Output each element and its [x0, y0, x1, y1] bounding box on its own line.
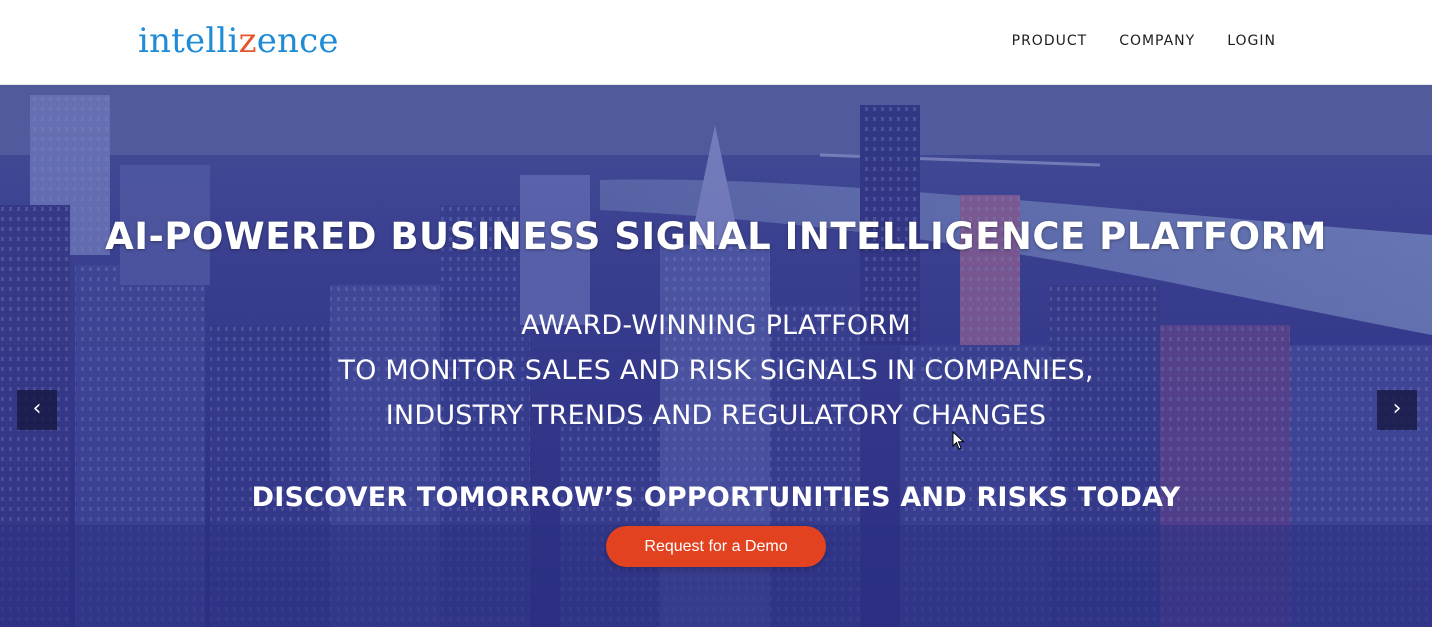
logo-text-end: ence — [256, 21, 339, 61]
intellizence-logo[interactable]: intellizence — [138, 20, 339, 62]
site-header: intellizence PRODUCT COMPANY LOGIN — [0, 0, 1432, 85]
subtitle-line: TO MONITOR SALES AND RISK SIGNALS IN COM… — [338, 355, 1094, 386]
hero-content: AI-POWERED BUSINESS SIGNAL INTELLIGENCE … — [0, 85, 1432, 627]
nav-company-link[interactable]: COMPANY — [1119, 30, 1195, 52]
carousel-prev-button[interactable]: ‹ — [17, 390, 57, 430]
mouse-pointer-icon — [952, 431, 965, 450]
hero-subtitle: AWARD-WINNING PLATFORM TO MONITOR SALES … — [0, 303, 1432, 438]
nav-login-link[interactable]: LOGIN — [1227, 30, 1276, 52]
chevron-right-icon: › — [1392, 396, 1402, 421]
logo-text-accent: z — [238, 21, 257, 61]
subtitle-line: INDUSTRY TRENDS AND REGULATORY CHANGES — [385, 400, 1047, 431]
chevron-left-icon: ‹ — [32, 396, 42, 421]
hero-tagline: DISCOVER TOMORROW’S OPPORTUNITIES AND RI… — [251, 482, 1181, 513]
logo-text-start: intelli — [138, 21, 239, 61]
nav-product-link[interactable]: PRODUCT — [1012, 30, 1088, 52]
request-demo-button[interactable]: Request for a Demo — [606, 526, 826, 567]
main-nav: PRODUCT COMPANY LOGIN — [1012, 30, 1276, 52]
subtitle-line: AWARD-WINNING PLATFORM — [521, 310, 911, 341]
carousel-next-button[interactable]: › — [1377, 390, 1417, 430]
hero-title: AI-POWERED BUSINESS SIGNAL INTELLIGENCE … — [105, 215, 1327, 258]
hero-carousel: AI-POWERED BUSINESS SIGNAL INTELLIGENCE … — [0, 85, 1432, 627]
